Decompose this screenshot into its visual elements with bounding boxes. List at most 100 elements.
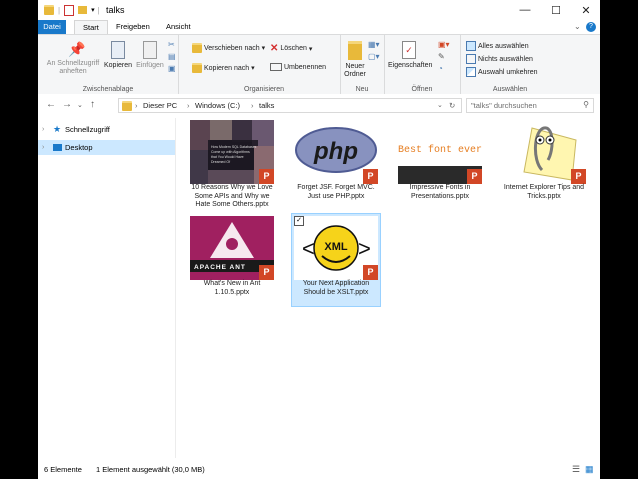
tab-start[interactable]: Start — [74, 20, 108, 35]
thumbnail: < > XML P — [294, 216, 378, 280]
new-folder-button[interactable]: Neuer Ordner — [340, 41, 370, 79]
nav-item-quick-access[interactable]: › ★ Schnellzugriff — [38, 122, 175, 137]
svg-text:APACHE ANT: APACHE ANT — [194, 264, 246, 271]
maximize-button[interactable]: ☐ — [541, 0, 571, 20]
new-folder-icon — [348, 41, 362, 60]
copy-button[interactable]: Kopieren — [102, 41, 134, 70]
svg-text:How Modern SQL Databases: How Modern SQL Databases — [211, 145, 257, 149]
paste-button[interactable]: Einfügen — [134, 41, 166, 70]
ribbon-expand-icon[interactable]: ⌄ — [574, 22, 581, 31]
group-label: Öffnen — [411, 86, 433, 93]
new-item-icon[interactable]: ▦▾ — [368, 39, 380, 51]
move-to-button[interactable]: Verschieben nach ▾ — [192, 43, 265, 53]
folder-icon — [192, 43, 202, 53]
copy-icon — [111, 41, 125, 59]
file-item[interactable]: Best font ever P Impressive Fonts in Pre… — [396, 118, 484, 210]
star-icon: ★ — [53, 124, 62, 134]
properties-icon: ✓ — [402, 41, 416, 59]
properties-button[interactable]: ✓ Eigenschaften — [388, 41, 432, 70]
search-input[interactable]: "talks" durchsuchen ⚲ — [466, 98, 594, 113]
svg-text:XML: XML — [324, 241, 348, 253]
select-none-icon — [466, 54, 476, 64]
title-bar: | ▾ | talks — ☐ ✕ — [38, 0, 600, 20]
clipboard-icon — [143, 41, 157, 59]
file-name: Your Next Application Should be XSLT.ppt… — [302, 280, 370, 296]
file-name: 10 Reasons Why we Love Some APIs and Why… — [191, 184, 273, 208]
invert-selection-button[interactable]: Auswahl umkehren — [466, 67, 538, 77]
breadcrumb-talks[interactable]: talks — [259, 101, 274, 110]
pin-label: An Schnellzugriff anheften — [46, 60, 100, 75]
address-bar-row: ← → ⌄ ↑ › Dieser PC › Windows (C:) › tal… — [38, 94, 600, 116]
navigation-pane: › ★ Schnellzugriff › Desktop — [38, 118, 176, 458]
edit-icon[interactable]: ✎ — [438, 51, 450, 63]
group-label: Auswählen — [492, 86, 528, 93]
search-icon[interactable]: ⚲ — [583, 100, 589, 109]
history-icon[interactable]: ◔ — [438, 63, 450, 75]
explorer-window: | ▾ | talks — ☐ ✕ Datei Start Freigeben … — [38, 0, 600, 479]
clipboard-small-icons: ✂ ▤ ▣ — [168, 39, 176, 75]
tab-share[interactable]: Freigeben — [108, 20, 158, 34]
close-button[interactable]: ✕ — [571, 0, 600, 20]
window-title: talks — [106, 5, 125, 15]
breadcrumb-this-pc[interactable]: Dieser PC — [143, 101, 177, 110]
file-name: Impressive Fonts in Presentations.pptx — [409, 184, 471, 200]
forward-button[interactable]: → — [62, 99, 72, 110]
group-label: Zwischenablage — [82, 86, 134, 93]
breadcrumb-drive[interactable]: Windows (C:) — [195, 101, 240, 110]
file-item[interactable]: php P Forget JSF. Forget MVC. Just use P… — [292, 118, 380, 210]
refresh-icon[interactable]: ↻ — [449, 101, 455, 110]
powerpoint-icon: P — [363, 265, 378, 280]
file-item[interactable]: APACHE ANT P What's New in Ant 1.10.5.pp… — [188, 214, 276, 306]
selection-checkbox[interactable]: ✓ — [294, 216, 304, 226]
thumbnail: php P — [294, 120, 378, 184]
thumbnail: How Modern SQL Databases Come up with Al… — [190, 120, 274, 184]
ribbon: 📌 An Schnellzugriff anheften Kopieren Ei… — [38, 34, 600, 96]
file-item[interactable]: How Modern SQL Databases Come up with Al… — [188, 118, 276, 210]
ribbon-tabs: Datei Start Freigeben Ansicht ⌄ ? — [38, 20, 600, 112]
file-item[interactable]: ✓ < > XML P Your Next Application Should… — [291, 213, 381, 307]
pin-button[interactable]: 📌 An Schnellzugriff anheften — [42, 41, 104, 76]
copy-to-button[interactable]: Kopieren nach ▾ — [192, 63, 255, 73]
item-count: 6 Elemente — [44, 465, 82, 474]
cut-icon[interactable]: ✂ — [168, 39, 176, 51]
open-icon[interactable]: ▣▾ — [438, 39, 450, 51]
rename-icon — [270, 63, 282, 71]
select-none-button[interactable]: Nichts auswählen — [466, 54, 533, 64]
up-button[interactable]: ↑ — [90, 99, 95, 110]
folder-icon — [122, 101, 132, 111]
pin-icon: 📌 — [68, 41, 86, 57]
back-button[interactable]: ← — [46, 99, 56, 110]
recent-dropdown-icon[interactable]: ⌄ — [77, 101, 83, 109]
delete-button[interactable]: ✕ Löschen ▾ — [270, 43, 312, 54]
expand-icon[interactable]: › — [42, 140, 44, 155]
large-icons-view-icon[interactable]: ▦ — [585, 464, 594, 475]
tab-view[interactable]: Ansicht — [158, 20, 199, 34]
nav-item-desktop[interactable]: › Desktop — [38, 140, 175, 155]
expand-icon[interactable]: › — [42, 122, 44, 137]
folder-icon — [44, 5, 54, 15]
dropdown-icon[interactable]: ▾ — [91, 6, 95, 14]
desktop-icon — [53, 144, 62, 151]
powerpoint-icon: P — [363, 169, 378, 184]
svg-text:Best font ever: Best font ever — [398, 144, 482, 156]
address-bar[interactable]: › Dieser PC › Windows (C:) › talks ⌄ ↻ — [118, 98, 462, 113]
copy-path-icon[interactable]: ▤ — [168, 51, 176, 63]
properties-icon[interactable] — [64, 4, 75, 16]
file-item[interactable]: P Internet Explorer Tips and Tricks.pptx — [500, 118, 588, 210]
help-icon[interactable]: ? — [586, 22, 596, 32]
invert-selection-icon — [466, 67, 476, 77]
thumbnail: APACHE ANT P — [190, 216, 274, 280]
address-dropdown-icon[interactable]: ⌄ — [437, 101, 443, 109]
rename-button[interactable]: Umbenennen — [270, 63, 326, 71]
file-list: How Modern SQL Databases Come up with Al… — [188, 118, 598, 458]
thumbnail: Best font ever P — [398, 120, 482, 184]
svg-text:Come up with Algorithms: Come up with Algorithms — [211, 150, 250, 154]
select-all-button[interactable]: Alles auswählen — [466, 41, 529, 51]
details-view-icon[interactable]: ☰ — [572, 464, 580, 475]
new-folder-icon[interactable] — [78, 6, 88, 14]
minimize-button[interactable]: — — [510, 0, 540, 20]
status-bar: 6 Elemente 1 Element ausgewählt (30,0 MB… — [38, 460, 600, 479]
folder-icon — [192, 63, 202, 73]
paste-shortcut-icon[interactable]: ▣ — [168, 63, 176, 75]
easy-access-icon[interactable]: ▢▾ — [368, 51, 380, 63]
